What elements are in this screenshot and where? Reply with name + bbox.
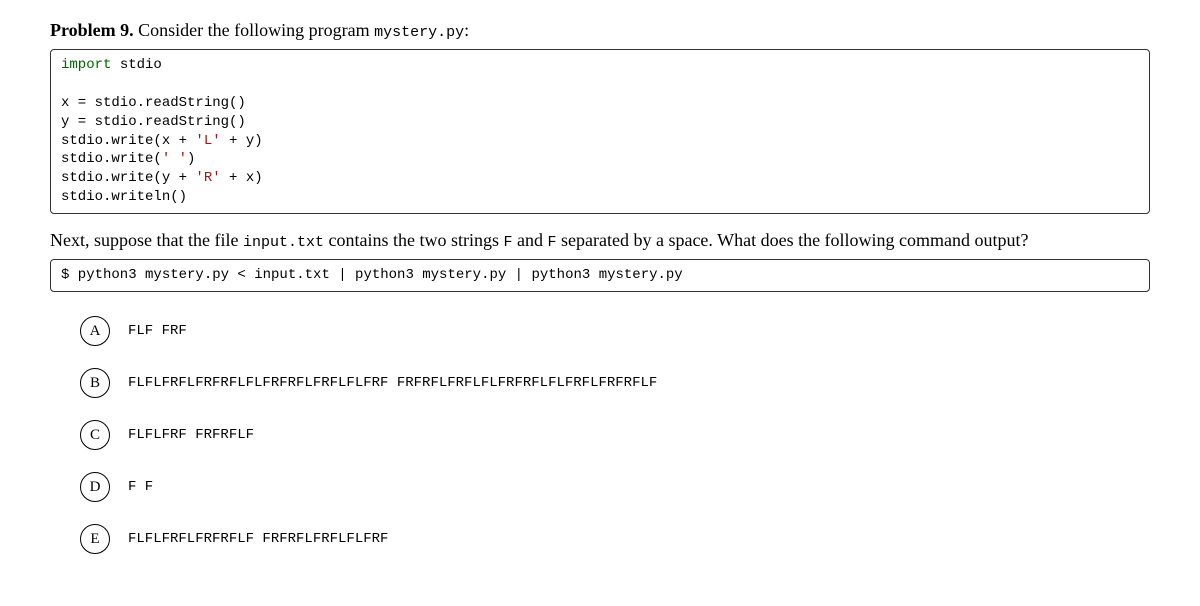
answer-choices: A FLF FRF B FLFLFRFLFRFRFLFLFRFRFLFRFLFL… bbox=[80, 316, 1150, 554]
command-text: $ python3 mystery.py < input.txt | pytho… bbox=[61, 267, 683, 283]
choice-d[interactable]: D F F bbox=[80, 472, 1150, 502]
problem-intro: Consider the following program bbox=[138, 20, 369, 40]
choice-text-e: FLFLFRFLFRFRFLF FRFRFLFRFLFLFRF bbox=[128, 531, 388, 547]
choice-letter-c: C bbox=[80, 420, 110, 450]
code-text: + y) bbox=[221, 133, 263, 149]
page: Problem 9. Consider the following progra… bbox=[0, 0, 1200, 606]
code-text: stdio bbox=[111, 57, 161, 73]
code-text: y = stdio.readString() bbox=[61, 114, 246, 130]
choice-letter-a: A bbox=[80, 316, 110, 346]
choice-b[interactable]: B FLFLFRFLFRFRFLFLFRFRFLFRFLFLFRF FRFRFL… bbox=[80, 368, 1150, 398]
choice-letter-b: B bbox=[80, 368, 110, 398]
code-text: stdio.write( bbox=[61, 151, 162, 167]
choice-e[interactable]: E FLFLFRFLFRFRFLF FRFRFLFRFLFLFRF bbox=[80, 524, 1150, 554]
code-block-command: $ python3 mystery.py < input.txt | pytho… bbox=[50, 259, 1150, 292]
problem-colon: : bbox=[464, 20, 469, 40]
code-string: 'L' bbox=[195, 133, 220, 149]
code-text: stdio.write(x + bbox=[61, 133, 195, 149]
choice-c[interactable]: C FLFLFRF FRFRFLF bbox=[80, 420, 1150, 450]
code-text: stdio.write(y + bbox=[61, 170, 195, 186]
choice-text-b: FLFLFRFLFRFRFLFLFRFRFLFRFLFLFRF FRFRFLFR… bbox=[128, 375, 657, 391]
q-mid1: contains the two strings bbox=[324, 230, 503, 250]
code-text: + x) bbox=[221, 170, 263, 186]
q-mid2: and bbox=[512, 230, 547, 250]
problem-label: Problem 9. bbox=[50, 20, 134, 40]
choice-letter-e: E bbox=[80, 524, 110, 554]
problem-filename: mystery.py bbox=[374, 24, 464, 41]
code-block-program: import stdio x = stdio.readString() y = … bbox=[50, 49, 1150, 214]
code-text: x = stdio.readString() bbox=[61, 95, 246, 111]
choice-text-d: F F bbox=[128, 479, 153, 495]
code-string: ' ' bbox=[162, 151, 187, 167]
choice-letter-d: D bbox=[80, 472, 110, 502]
q-file: input.txt bbox=[243, 234, 324, 251]
code-text: ) bbox=[187, 151, 195, 167]
q-post: separated by a space. What does the foll… bbox=[557, 230, 1029, 250]
q-s2: F bbox=[547, 234, 556, 251]
choice-text-a: FLF FRF bbox=[128, 323, 187, 339]
choice-a[interactable]: A FLF FRF bbox=[80, 316, 1150, 346]
code-keyword: import bbox=[61, 57, 111, 73]
question-text: Next, suppose that the file input.txt co… bbox=[50, 228, 1150, 253]
problem-header: Problem 9. Consider the following progra… bbox=[50, 20, 1150, 41]
q-pre: Next, suppose that the file bbox=[50, 230, 243, 250]
code-text: stdio.writeln() bbox=[61, 189, 187, 205]
choice-text-c: FLFLFRF FRFRFLF bbox=[128, 427, 254, 443]
code-string: 'R' bbox=[195, 170, 220, 186]
